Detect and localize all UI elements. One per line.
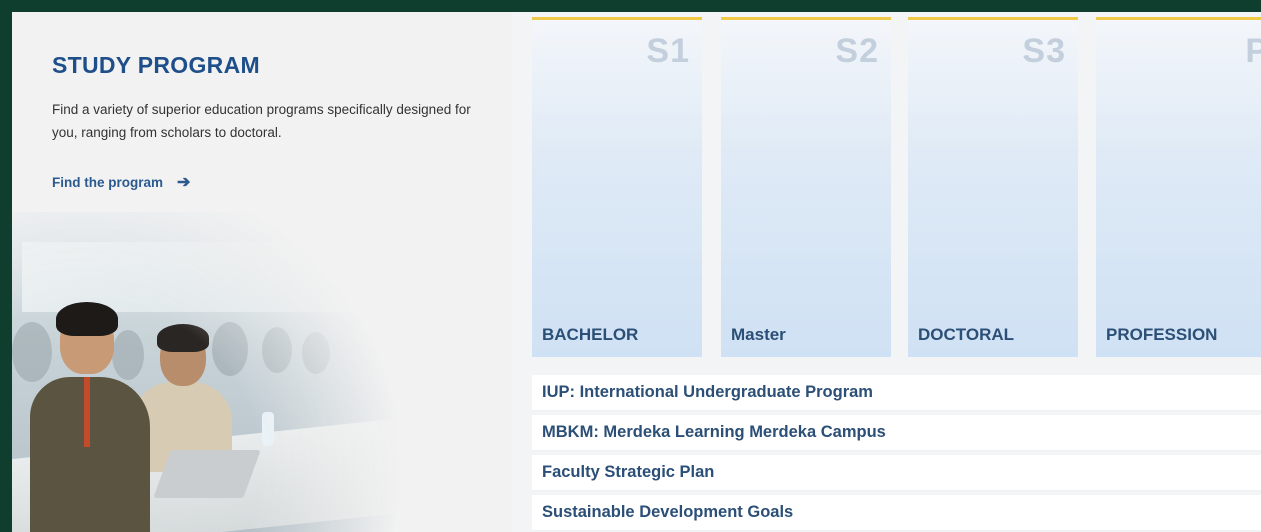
card-name: BACHELOR — [542, 325, 639, 344]
card-name: DOCTORAL — [918, 325, 1015, 344]
card-code: P — [1245, 32, 1261, 70]
study-program-panel: STUDY PROGRAM Find a variety of superior… — [12, 12, 512, 532]
card-name: PROFESSION — [1106, 325, 1218, 344]
link-strategic-plan[interactable]: Faculty Strategic Plan — [532, 455, 1261, 491]
card-code: S1 — [646, 32, 690, 70]
section-title: STUDY PROGRAM — [52, 52, 260, 78]
program-link-list: IUP: International Undergraduate Program… — [532, 375, 1261, 532]
arrow-right-icon: ➔ — [177, 174, 191, 191]
degree-card-s2[interactable]: S2 Master — [721, 17, 891, 357]
link-sdgs[interactable]: Sustainable Development Goals — [532, 495, 1261, 531]
link-iup[interactable]: IUP: International Undergraduate Program — [532, 375, 1261, 411]
section-description: Find a variety of superior education pro… — [52, 102, 471, 140]
degree-card-profession[interactable]: P PROFESSION — [1096, 17, 1261, 357]
degree-card-s1[interactable]: S1 BACHELOR — [532, 17, 702, 357]
degree-card-s3[interactable]: S3 DOCTORAL — [908, 17, 1078, 357]
card-name: Master — [731, 325, 786, 344]
page-frame: STUDY PROGRAM Find a variety of superior… — [12, 12, 1261, 532]
card-code: S3 — [1022, 32, 1066, 70]
card-code: S2 — [835, 32, 879, 70]
find-program-label: Find the program — [52, 174, 163, 190]
classroom-photo — [12, 212, 432, 532]
link-mbkm[interactable]: MBKM: Merdeka Learning Merdeka Campus — [532, 415, 1261, 451]
degree-cards: S1 BACHELOR S2 Master S3 DOCTORAL P PROF… — [532, 17, 1261, 357]
find-program-link[interactable]: Find the program ➔ — [52, 172, 190, 192]
